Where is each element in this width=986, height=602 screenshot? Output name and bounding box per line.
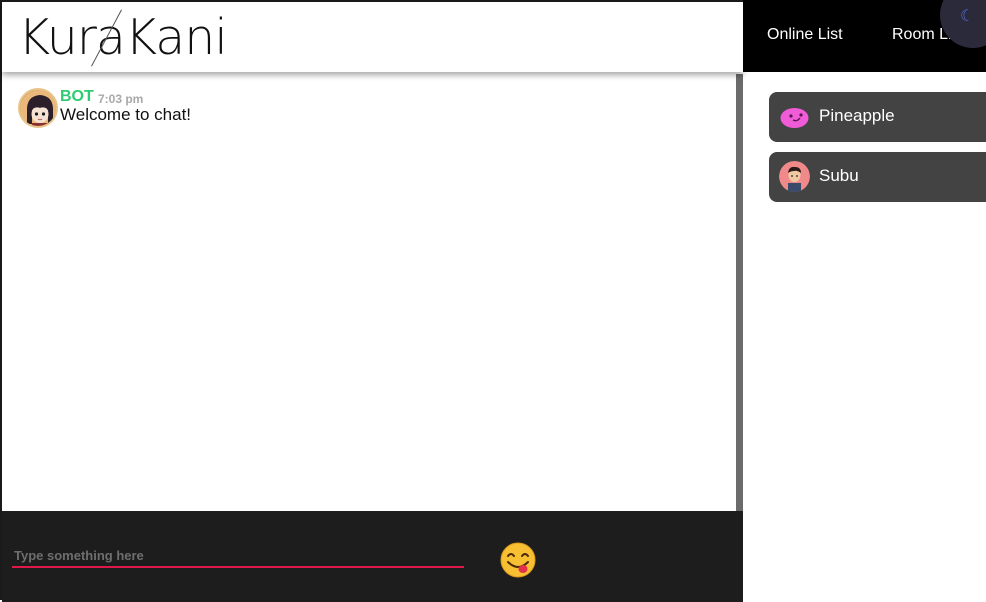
message-text: Welcome to chat! bbox=[60, 105, 192, 124]
app-logo: KuraKani bbox=[18, 9, 228, 66]
smiley-emoji-icon[interactable] bbox=[499, 541, 537, 579]
message-sender: BOT bbox=[60, 88, 94, 105]
sidebar: Online List Room List ☾ Pineapple Subu bbox=[743, 0, 986, 600]
app-header: KuraKani bbox=[2, 2, 743, 72]
message-timestamp: 7:03 pm bbox=[98, 92, 144, 106]
bot-avatar bbox=[18, 88, 58, 128]
chat-scrollbar[interactable] bbox=[736, 74, 743, 513]
moon-icon: ☾ bbox=[960, 8, 975, 25]
message-input[interactable] bbox=[12, 544, 464, 568]
message-list[interactable]: BOT 7:03 pm Welcome to chat! bbox=[2, 72, 743, 511]
boy-avatar bbox=[779, 161, 810, 192]
chat-panel: KuraKani BOT 7:03 pm Welcome to chat! bbox=[0, 0, 743, 602]
sidebar-nav: Online List Room List ☾ bbox=[743, 0, 986, 72]
online-user-item[interactable]: Pineapple bbox=[769, 92, 986, 142]
pink-blob-avatar bbox=[779, 101, 810, 132]
online-user-name: Subu bbox=[819, 166, 859, 185]
online-user-item[interactable]: Subu bbox=[769, 152, 986, 202]
tab-online-list[interactable]: Online List bbox=[767, 26, 843, 44]
online-user-name: Pineapple bbox=[819, 106, 895, 125]
message-composer bbox=[2, 511, 743, 602]
